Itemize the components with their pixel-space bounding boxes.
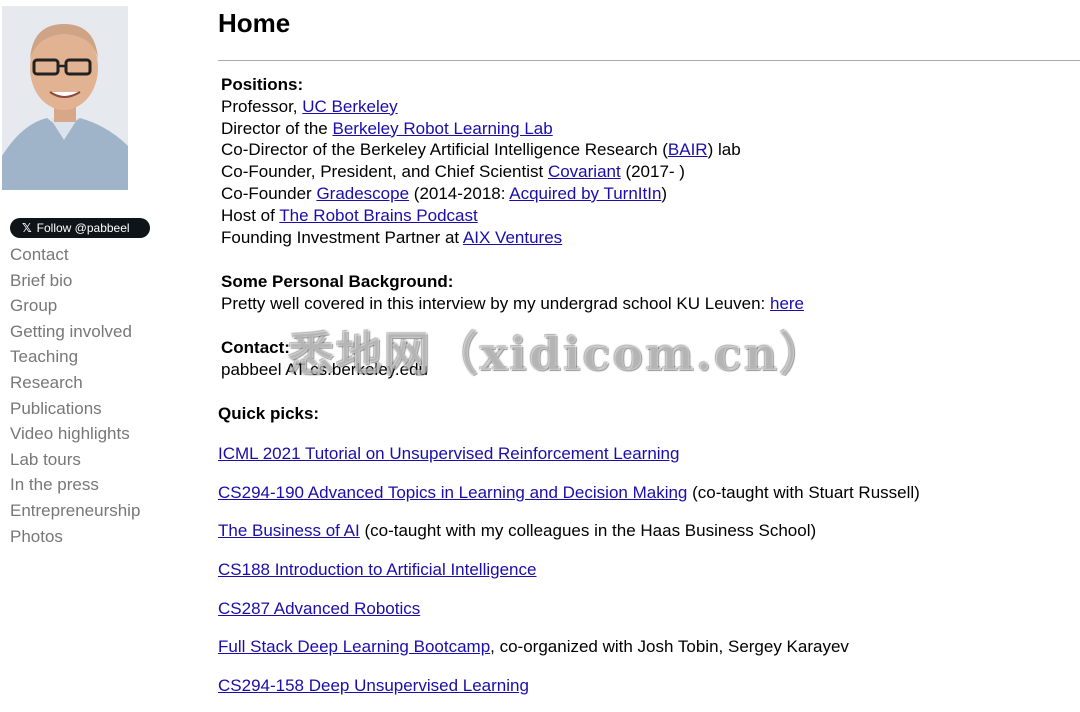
main-content: Home Positions: Professor, UC Berkeley D… — [218, 0, 1080, 712]
title-divider — [218, 60, 1080, 61]
quick-pick-item: CS287 Advanced Robotics — [218, 598, 420, 620]
position-professor: Professor, UC Berkeley — [221, 96, 398, 116]
robot-brains-podcast-link[interactable]: The Robot Brains Podcast — [279, 206, 477, 225]
sidebar: 𝕏 Follow @pabbeel Contact Brief bio Group… — [0, 0, 200, 712]
x-logo-icon: 𝕏 — [22, 221, 32, 235]
quick-pick-item: CS294-190 Advanced Topics in Learning an… — [218, 483, 920, 502]
fsdl-bootcamp-link[interactable]: Full Stack Deep Learning Bootcamp — [218, 637, 490, 656]
cs287-link[interactable]: CS287 Advanced Robotics — [218, 599, 420, 618]
nav-publications[interactable]: Publications — [10, 396, 140, 422]
profile-photo — [2, 6, 128, 190]
quick-pick-item: The Business of AI (co-taught with my co… — [218, 521, 817, 540]
contact-heading: Contact: — [221, 338, 290, 357]
nav-teaching[interactable]: Teaching — [10, 344, 140, 370]
nav-lab-tours[interactable]: Lab tours — [10, 447, 140, 473]
nav-entrepreneurship[interactable]: Entrepreneurship — [10, 498, 140, 524]
cs188-link[interactable]: CS188 Introduction to Artificial Intelli… — [218, 560, 536, 579]
position-gradescope: Co-Founder Gradescope (2014-2018: Acquir… — [221, 183, 668, 203]
background-heading: Some Personal Background: — [221, 272, 454, 291]
interview-link[interactable]: here — [770, 294, 804, 313]
position-aix: Founding Investment Partner at AIX Ventu… — [221, 227, 563, 247]
positions-heading: Positions: — [221, 75, 304, 94]
quick-pick-item: ICML 2021 Tutorial on Unsupervised Reinf… — [218, 443, 679, 465]
uc-berkeley-link[interactable]: UC Berkeley — [302, 97, 397, 116]
aix-ventures-link[interactable]: AIX Ventures — [463, 228, 562, 247]
robot-learning-lab-link[interactable]: Berkeley Robot Learning Lab — [333, 119, 553, 138]
nav-in-the-press[interactable]: In the press — [10, 472, 140, 498]
position-covariant: Co-Founder, President, and Chief Scienti… — [221, 162, 685, 182]
icml-tutorial-link[interactable]: ICML 2021 Tutorial on Unsupervised Reinf… — [218, 444, 679, 463]
covariant-link[interactable]: Covariant — [548, 162, 621, 181]
background-section: Some Personal Background: Pretty well co… — [221, 271, 804, 315]
quick-pick-item: Full Stack Deep Learning Bootcamp, co-or… — [218, 637, 849, 656]
contact-section: Contact: pabbeel AT cs.berkeley.edu — [221, 337, 428, 381]
cs294-158-link[interactable]: CS294-158 Deep Unsupervised Learning — [218, 676, 529, 695]
nav-group[interactable]: Group — [10, 293, 140, 319]
position-codirector: Co-Director of the Berkeley Artificial I… — [221, 140, 741, 160]
position-director: Director of the Berkeley Robot Learning … — [221, 118, 553, 138]
background-text: Pretty well covered in this interview by… — [221, 293, 805, 313]
bair-link[interactable]: BAIR — [668, 140, 708, 159]
nav-video-highlights[interactable]: Video highlights — [10, 421, 140, 447]
quick-pick-item: CS294-158 Deep Unsupervised Learning — [218, 675, 529, 697]
page-title: Home — [218, 8, 291, 38]
quick-pick-item: CS188 Introduction to Artificial Intelli… — [218, 559, 536, 581]
nav-getting-involved[interactable]: Getting involved — [10, 319, 140, 345]
position-podcast-host: Host of The Robot Brains Podcast — [221, 205, 478, 225]
sidebar-nav: Contact Brief bio Group Getting involved… — [10, 242, 140, 549]
nav-research[interactable]: Research — [10, 370, 140, 396]
twitter-follow-button[interactable]: 𝕏 Follow @pabbeel — [10, 218, 150, 238]
follow-button-label: Follow @pabbeel — [36, 221, 130, 235]
business-of-ai-link[interactable]: The Business of AI — [218, 521, 360, 540]
nav-photos[interactable]: Photos — [10, 524, 140, 550]
cs294-190-link[interactable]: CS294-190 Advanced Topics in Learning an… — [218, 483, 687, 502]
nav-contact[interactable]: Contact — [10, 242, 140, 268]
quick-picks-heading: Quick picks: — [218, 404, 320, 423]
positions-section: Positions: Professor, UC Berkeley Direct… — [221, 74, 741, 248]
contact-email: pabbeel AT cs.berkeley.edu — [221, 359, 428, 379]
turnitin-link[interactable]: Acquired by TurnItIn — [509, 184, 661, 203]
nav-brief-bio[interactable]: Brief bio — [10, 268, 140, 294]
gradescope-link[interactable]: Gradescope — [316, 184, 409, 203]
